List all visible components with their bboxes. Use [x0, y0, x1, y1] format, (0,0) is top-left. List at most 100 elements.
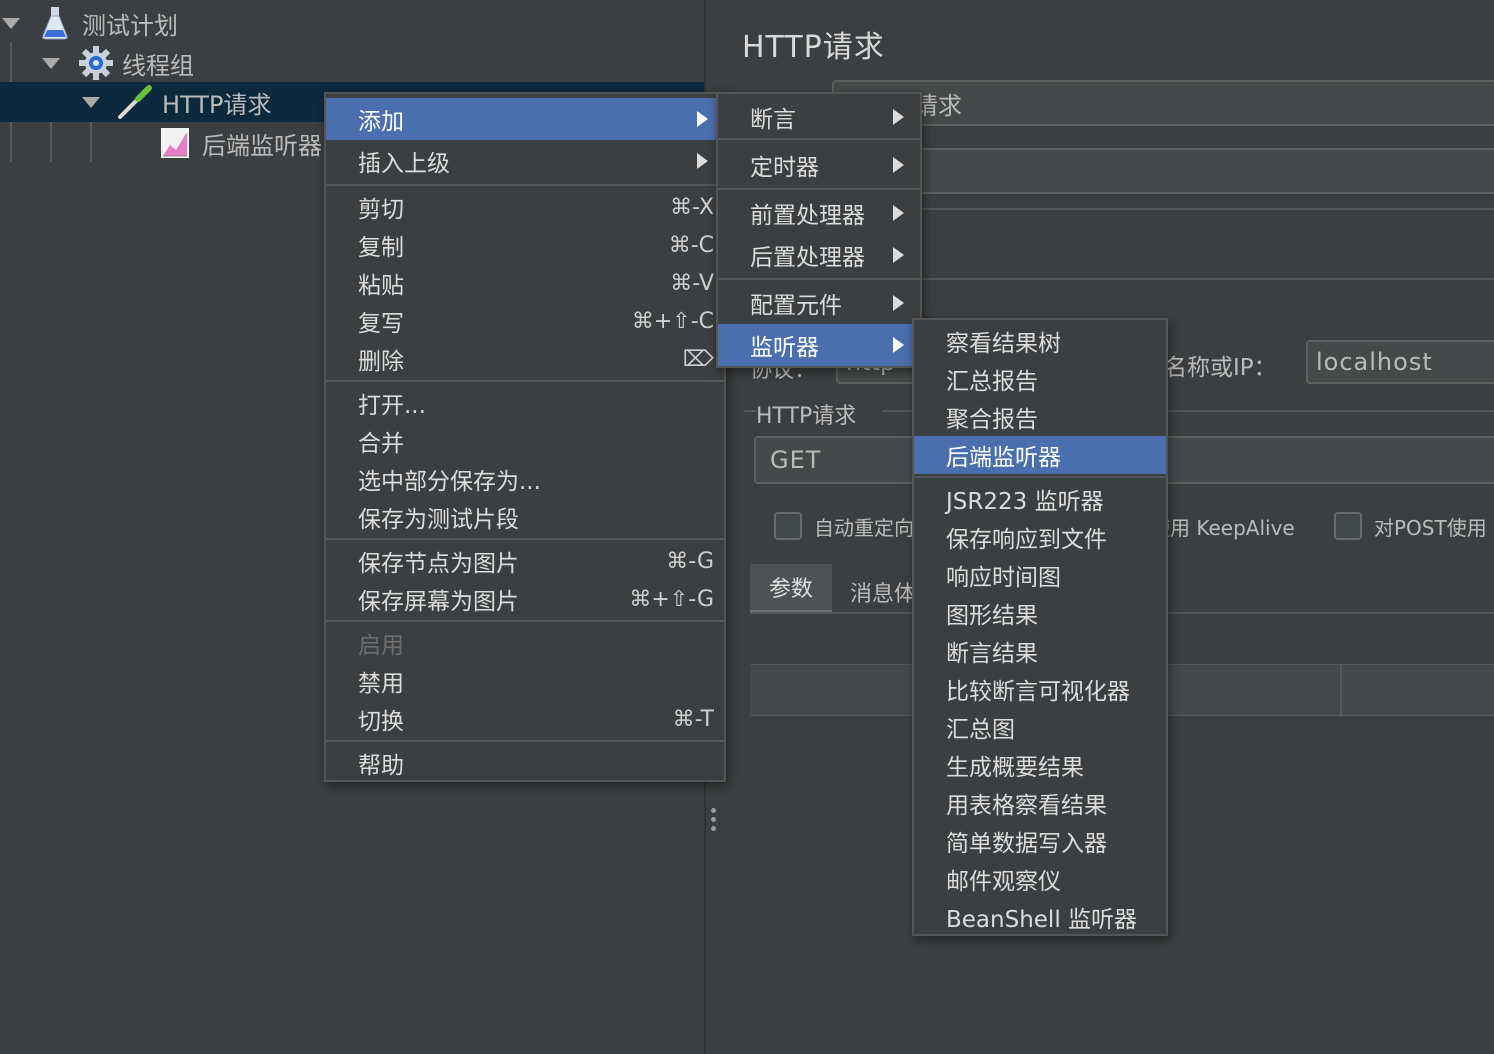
menu-separator: [718, 188, 920, 190]
collapse-icon[interactable]: [82, 97, 100, 108]
tab-parameters[interactable]: 参数: [750, 564, 832, 614]
menu-item-shortcut: ⌘-X: [670, 194, 714, 220]
keepalive-checkbox-label: 使用 KeepAlive: [1150, 516, 1295, 540]
menu-item-postprocessor[interactable]: 后置处理器: [718, 234, 920, 276]
menu-item-delete[interactable]: 删除 ⌦: [326, 340, 724, 378]
menu-item-label: 打开...: [358, 393, 426, 419]
collapse-icon[interactable]: [2, 18, 20, 29]
grip-dot: [711, 817, 716, 822]
menu-item-label: 后置处理器: [750, 245, 865, 271]
menu-item-label: 比较断言可视化器: [946, 679, 1130, 705]
menu-separator: [326, 184, 724, 186]
menu-item-graph-results[interactable]: 图形结果: [914, 594, 1166, 632]
menu-item-assertion-results[interactable]: 断言结果: [914, 632, 1166, 670]
menu-item-label: 复制: [358, 235, 404, 261]
menu-item-comparison-visualizer[interactable]: 比较断言可视化器: [914, 670, 1166, 708]
menu-item-merge[interactable]: 合并: [326, 422, 724, 460]
menu-item-view-results-tree[interactable]: 察看结果树: [914, 322, 1166, 360]
menu-item-save-as-test-fragment[interactable]: 保存为测试片段: [326, 498, 724, 536]
menu-item-timer[interactable]: 定时器: [718, 144, 920, 186]
menu-item-aggregate-report[interactable]: 聚合报告: [914, 398, 1166, 436]
menu-item-help[interactable]: 帮助: [326, 744, 724, 782]
menu-item-config-element[interactable]: 配置元件: [718, 282, 920, 324]
collapse-icon[interactable]: [42, 58, 60, 69]
delete-key-icon: ⌦: [682, 346, 714, 372]
menu-item-save-node-as-image[interactable]: 保存节点为图片 ⌘-G: [326, 542, 724, 580]
tab-body-label: 消息体: [850, 582, 917, 607]
context-menu: 添加 插入上级 剪切 ⌘-X 复制 ⌘-C 粘贴 ⌘-V 复写 ⌘+⇧-C 删除 ⌦ 打开…: [324, 92, 726, 782]
menu-item-shortcut: ⌘-C: [668, 232, 714, 258]
menu-item-label: 响应时间图: [946, 565, 1061, 591]
comments-input[interactable]: [832, 148, 1494, 194]
menu-item-disable[interactable]: 禁用: [326, 662, 724, 700]
listener-submenu: 察看结果树 汇总报告 聚合报告 后端监听器 JSR223 监听器 保存响应到文件…: [912, 318, 1168, 936]
menu-separator: [326, 740, 724, 742]
tree-node-thread-group[interactable]: 线程组: [0, 43, 704, 83]
menu-item-listener[interactable]: 监听器: [718, 324, 920, 366]
menu-item-label: 剪切: [358, 197, 404, 223]
menu-item-label: 生成概要结果: [946, 755, 1084, 781]
menu-item-mailer-visualizer[interactable]: 邮件观察仪: [914, 860, 1166, 898]
method-select-value: GET: [770, 446, 822, 474]
menu-item-label: 添加: [358, 109, 404, 135]
menu-item-copy[interactable]: 复制 ⌘-C: [326, 226, 724, 264]
menu-item-label: 后端监听器: [946, 445, 1061, 471]
menu-item-preprocessor[interactable]: 前置处理器: [718, 192, 920, 234]
redirect-checkbox[interactable]: [774, 512, 802, 540]
menu-item-save-responses[interactable]: 保存响应到文件: [914, 518, 1166, 556]
page-title: HTTP请求: [742, 30, 885, 65]
column-divider[interactable]: [1340, 665, 1342, 717]
host-label: 名称或IP：: [1164, 355, 1277, 381]
menu-item-label: 选中部分保存为...: [358, 469, 541, 495]
gear-icon: [78, 45, 114, 87]
menu-item-duplicate[interactable]: 复写 ⌘+⇧-C: [326, 302, 724, 340]
menu-item-shortcut: ⌘-T: [672, 706, 714, 732]
submenu-arrow-icon: [893, 205, 904, 221]
menu-item-assertion[interactable]: 断言: [718, 96, 920, 138]
menu-item-label: 邮件观察仪: [946, 869, 1061, 895]
menu-item-shortcut: ⌘+⇧-C: [631, 308, 714, 334]
tree-node-test-plan[interactable]: 测试计划: [0, 3, 704, 43]
menu-item-label: 删除: [358, 349, 404, 375]
section-title: HTTP请求: [756, 404, 857, 429]
menu-separator: [326, 380, 724, 382]
name-input[interactable]: 请求: [832, 80, 1494, 126]
menu-item-backend-listener[interactable]: 后端监听器: [914, 436, 1166, 474]
menu-item-jsr223-listener[interactable]: JSR223 监听器: [914, 480, 1166, 518]
menu-item-beanshell-listener[interactable]: BeanShell 监听器: [914, 898, 1166, 936]
host-input-value: localhost: [1316, 348, 1433, 376]
menu-item-toggle[interactable]: 切换 ⌘-T: [326, 700, 724, 738]
redirect-checkbox-label: 自动重定向: [814, 516, 914, 540]
menu-item-open[interactable]: 打开...: [326, 384, 724, 422]
menu-item-generate-summary[interactable]: 生成概要结果: [914, 746, 1166, 784]
menu-item-insert-parent[interactable]: 插入上级: [326, 142, 724, 180]
menu-item-label: 监听器: [750, 335, 819, 361]
tab-parameters-label: 参数: [768, 577, 813, 602]
menu-item-label: 前置处理器: [750, 203, 865, 229]
grip-dot: [711, 808, 716, 813]
menu-item-label: 合并: [358, 431, 404, 457]
menu-item-save-selection-as[interactable]: 选中部分保存为...: [326, 460, 724, 498]
tab-body[interactable]: 消息体: [850, 576, 916, 608]
menu-item-summary-graph[interactable]: 汇总图: [914, 708, 1166, 746]
menu-item-label: 图形结果: [946, 603, 1038, 629]
post-checkbox[interactable]: [1334, 512, 1362, 540]
menu-item-simple-data-writer[interactable]: 简单数据写入器: [914, 822, 1166, 860]
menu-item-label: 复写: [358, 311, 404, 337]
section-border: [744, 410, 756, 412]
menu-item-label: 保存节点为图片: [358, 551, 519, 577]
chart-icon: [160, 127, 190, 165]
add-submenu: 断言 定时器 前置处理器 后置处理器 配置元件 监听器: [716, 92, 922, 368]
menu-item-add[interactable]: 添加: [326, 98, 724, 140]
menu-item-label: 切换: [358, 709, 404, 735]
menu-item-label: 配置元件: [750, 293, 842, 319]
menu-item-paste[interactable]: 粘贴 ⌘-V: [326, 264, 724, 302]
host-input[interactable]: localhost: [1306, 340, 1494, 384]
menu-item-save-screen-as-image[interactable]: 保存屏幕为图片 ⌘+⇧-G: [326, 580, 724, 618]
menu-item-label: BeanShell 监听器: [946, 907, 1138, 933]
menu-item-response-time-graph[interactable]: 响应时间图: [914, 556, 1166, 594]
menu-item-cut[interactable]: 剪切 ⌘-X: [326, 188, 724, 226]
menu-item-summary-report[interactable]: 汇总报告: [914, 360, 1166, 398]
menu-item-view-results-table[interactable]: 用表格察看结果: [914, 784, 1166, 822]
menu-item-label: 断言结果: [946, 641, 1038, 667]
